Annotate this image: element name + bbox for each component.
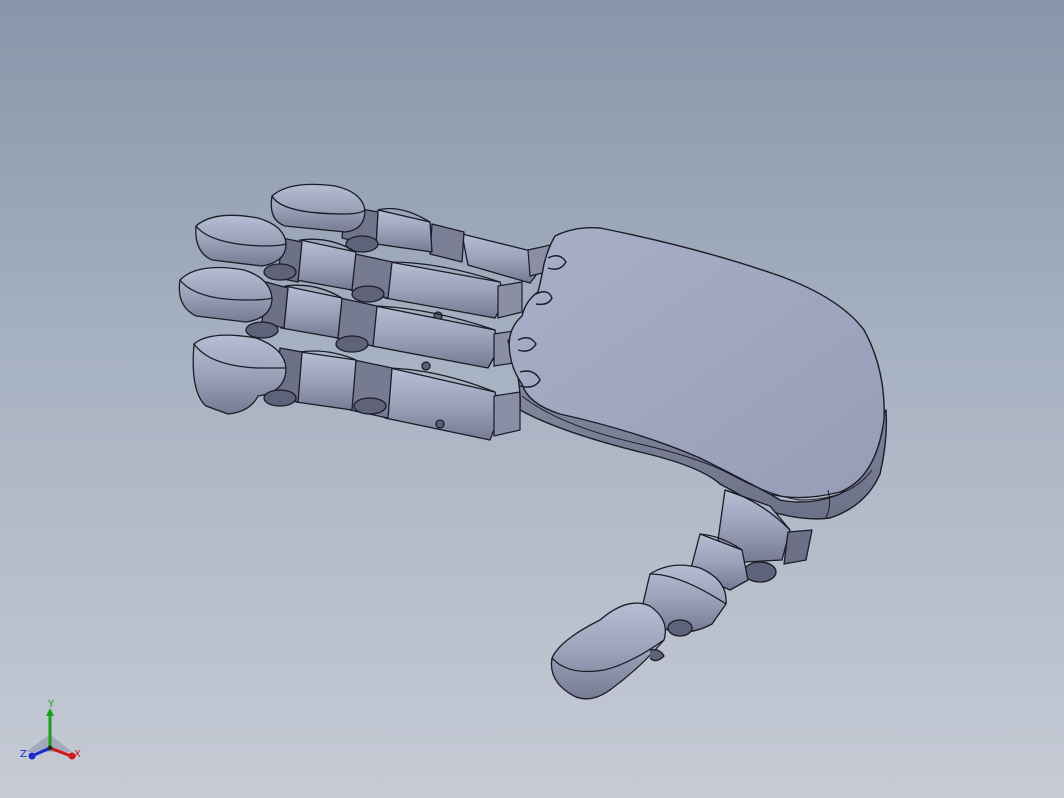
x-axis-label: X xyxy=(74,749,81,760)
thumb[interactable] xyxy=(550,489,813,700)
orientation-triad[interactable]: Y X Z xyxy=(18,700,88,772)
graphics-viewport[interactable]: Y X Z xyxy=(0,0,1064,798)
z-axis-label: Z xyxy=(20,749,27,760)
y-axis-label: Y xyxy=(48,699,55,710)
triad-axes-icon xyxy=(26,708,76,760)
palm[interactable] xyxy=(507,226,888,520)
hand-model[interactable] xyxy=(0,0,1064,798)
